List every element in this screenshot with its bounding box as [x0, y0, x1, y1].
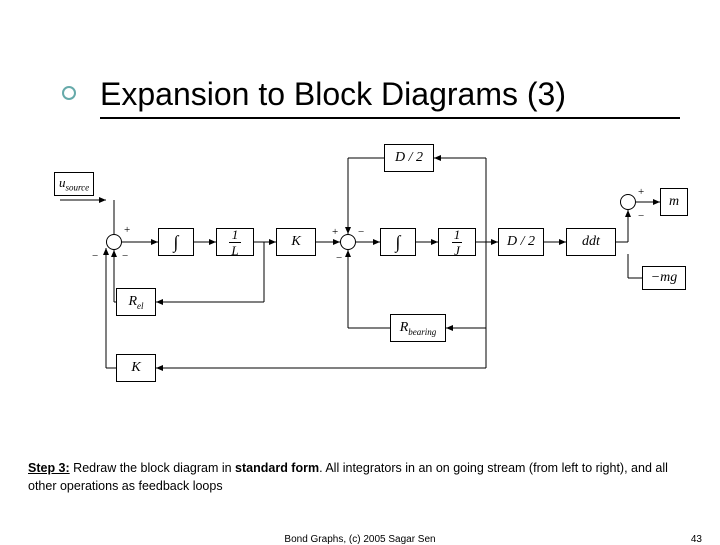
sign-s1-top: +: [124, 224, 130, 236]
sum-junction-3: [620, 194, 636, 210]
block-Dhalf-top: D / 2: [384, 144, 434, 172]
sign-sm-bot: −: [638, 210, 644, 222]
block-invJ: 1J: [438, 228, 476, 256]
title-rule: [100, 117, 680, 119]
sign-s1-bl: −: [92, 250, 98, 262]
block-K-forward: K: [276, 228, 316, 256]
sum-junction-2: [340, 234, 356, 250]
source-label: usource: [54, 172, 94, 196]
sign-s2-bl: −: [336, 252, 342, 264]
block-invL: 1L: [216, 228, 254, 256]
block-integrator-2: ∫: [380, 228, 416, 256]
step-caption: Step 3: Redraw the block diagram in stan…: [28, 460, 692, 495]
block-neg-mg: −mg: [642, 266, 686, 290]
block-diagram: usource + − − + − − + − ∫ 1L K ∫ 1J D / …: [28, 128, 692, 448]
sign-s2-right: −: [358, 226, 364, 238]
block-Dhalf-forward: D / 2: [498, 228, 544, 256]
block-Rel: Rel: [116, 288, 156, 316]
slide-title: Expansion to Block Diagrams (3): [100, 76, 680, 113]
source-sub: source: [66, 183, 90, 193]
block-Rbearing: Rbearing: [390, 314, 446, 342]
sign-sm-top: +: [638, 186, 644, 198]
caption-bold: standard form: [235, 461, 319, 475]
sum-junction-1: [106, 234, 122, 250]
sign-s2-top: +: [332, 226, 338, 238]
block-m: m: [660, 188, 688, 216]
block-integrator-1: ∫: [158, 228, 194, 256]
block-ddt: ddt: [566, 228, 616, 256]
sign-s1-br: −: [122, 250, 128, 262]
caption-lead: Step 3:: [28, 461, 70, 475]
slide-bullet-icon: [62, 86, 76, 100]
title-area: Expansion to Block Diagrams (3): [100, 76, 680, 119]
caption-body-a: Redraw the block diagram in: [70, 461, 235, 475]
block-K-feedback: K: [116, 354, 156, 382]
